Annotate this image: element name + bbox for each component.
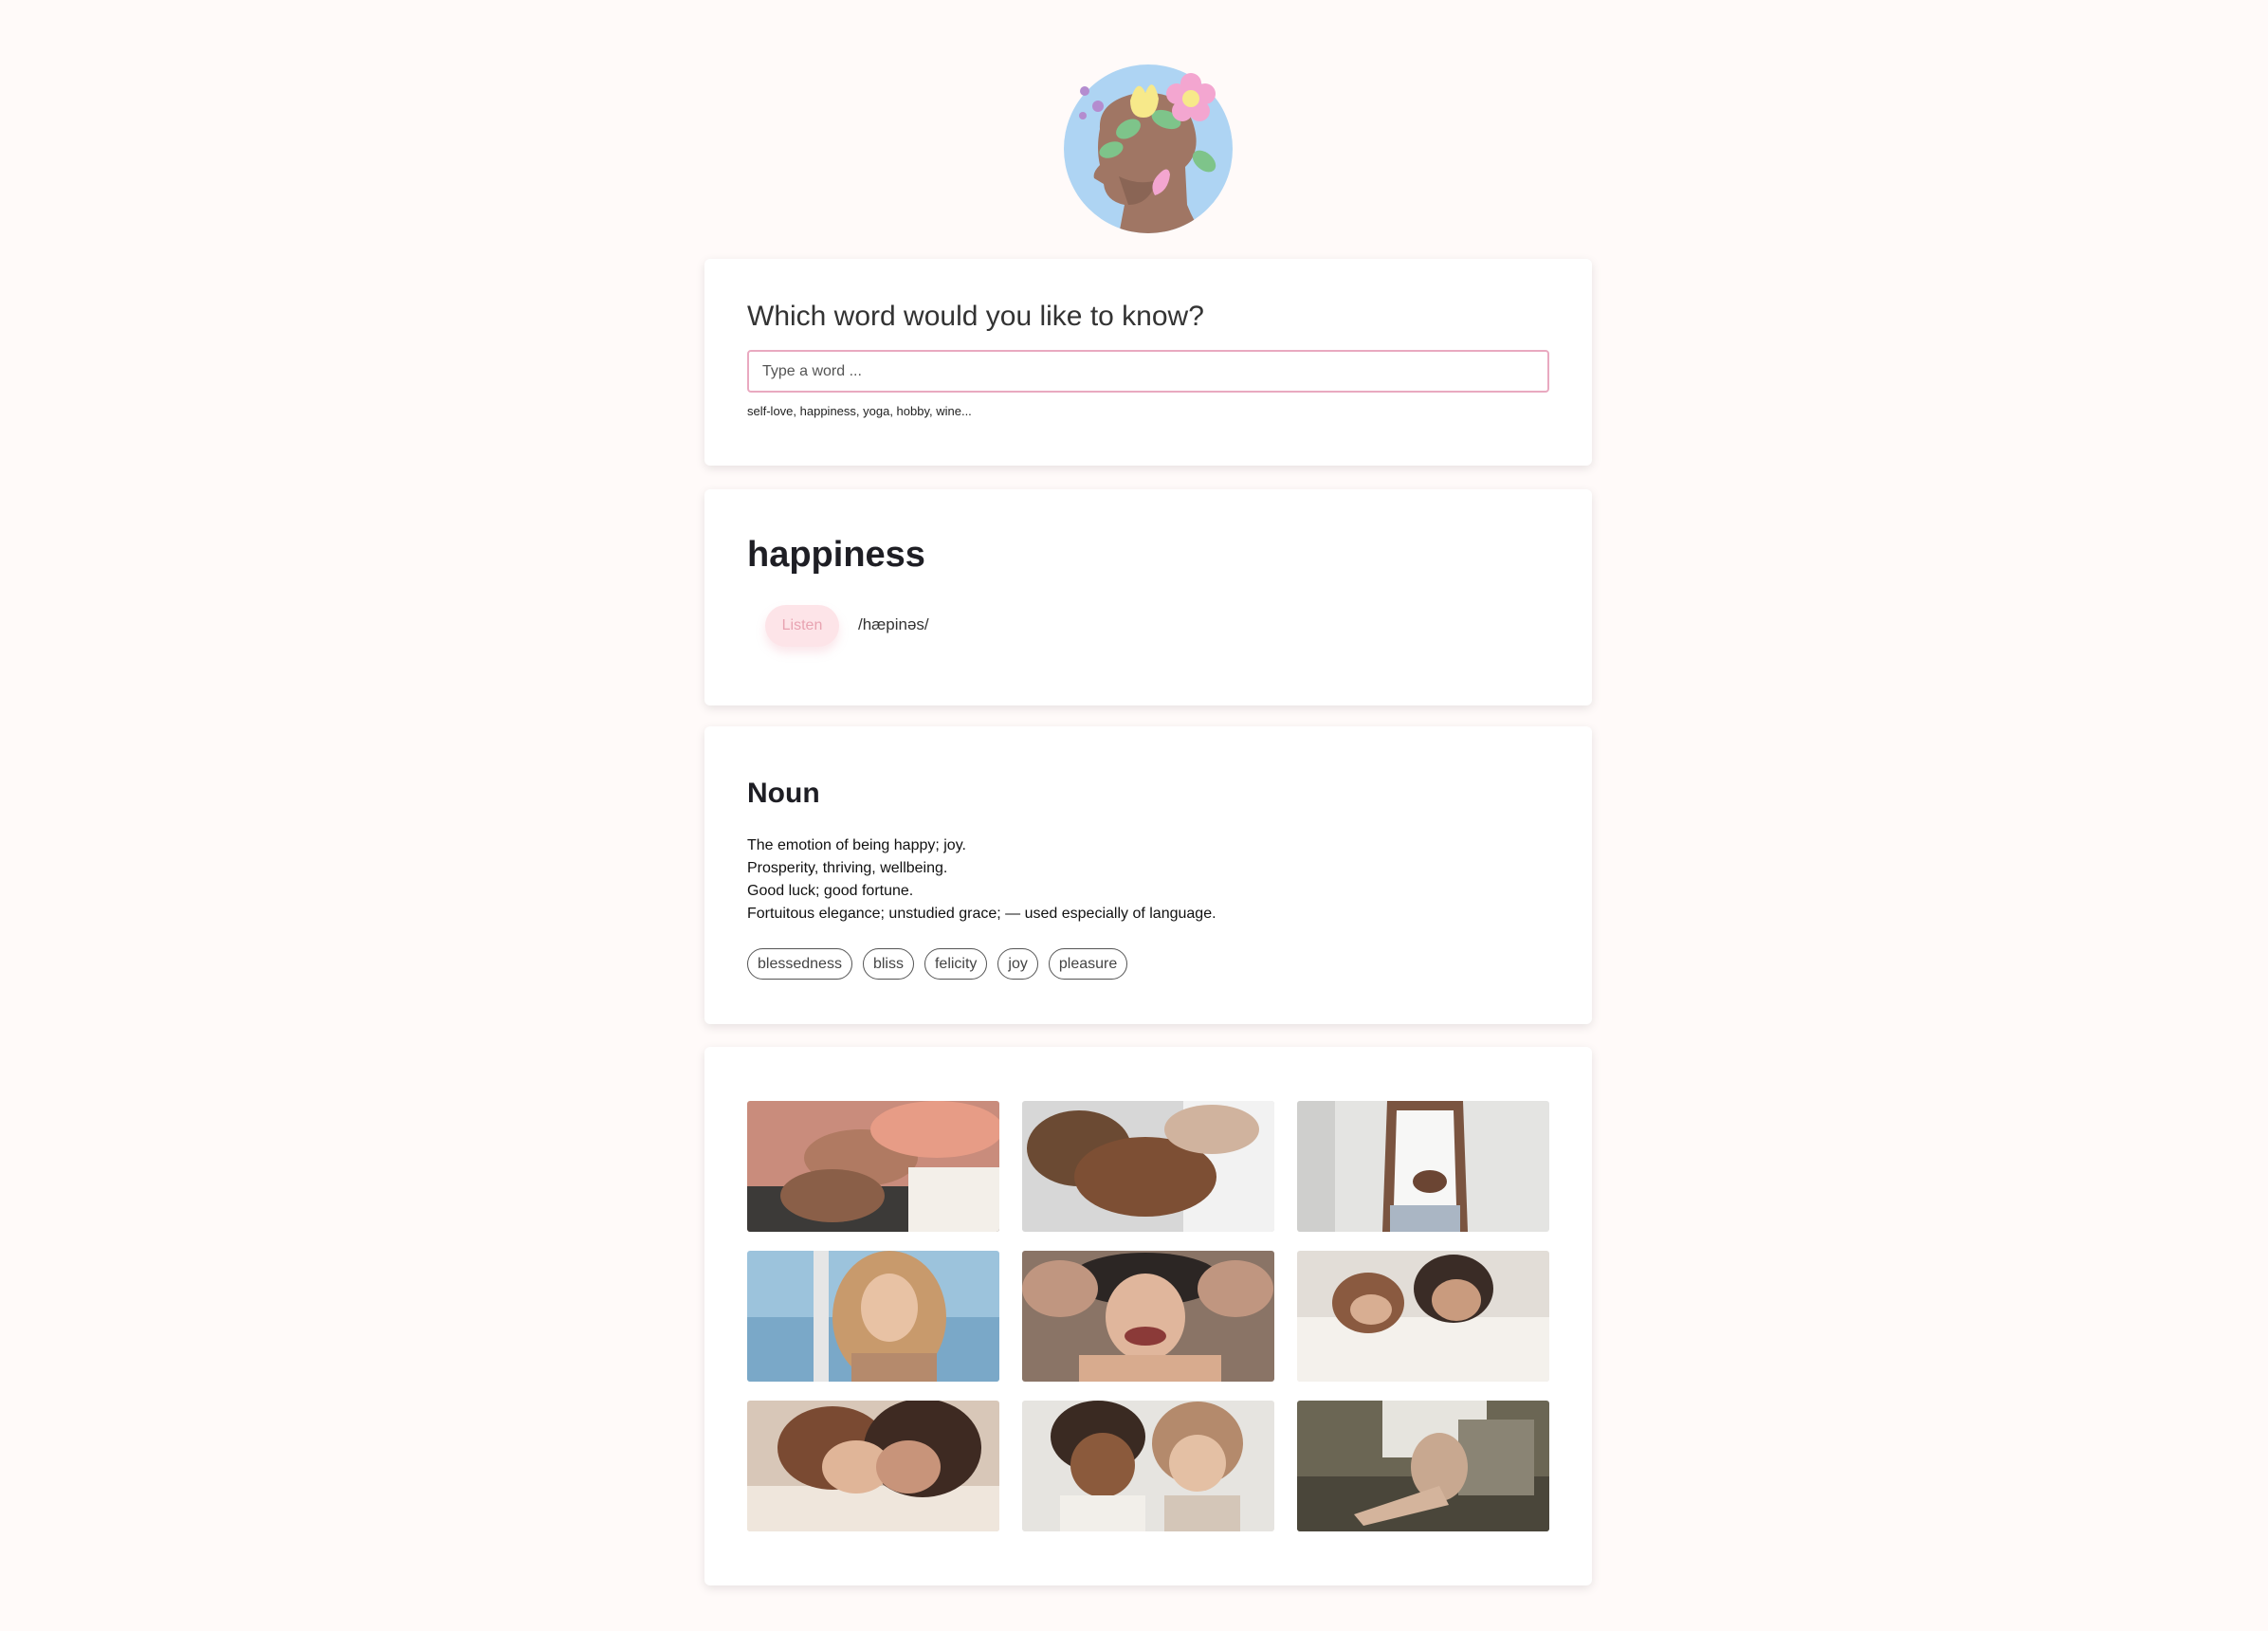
photo-thumbnail[interactable] [1022, 1251, 1274, 1382]
search-input[interactable] [747, 350, 1549, 393]
photo-thumbnail[interactable] [1022, 1401, 1274, 1531]
search-hint: self-love, happiness, yoga, hobby, wine.… [747, 404, 972, 418]
part-of-speech-title: Noun [747, 778, 820, 809]
definition-item: Prosperity, thriving, wellbeing. [747, 860, 948, 876]
synonym-chip[interactable]: bliss [862, 948, 914, 980]
phonetic-text: /hæpinəs/ [858, 615, 929, 633]
word-card: happiness Listen /hæpinəs/ [704, 489, 1592, 706]
listen-button[interactable]: Listen [765, 605, 839, 647]
definition-item: Good luck; good fortune. [747, 883, 914, 899]
head-with-flowers-icon [1064, 64, 1233, 233]
photo-grid [747, 1101, 1549, 1531]
photo-thumbnail[interactable] [1022, 1101, 1274, 1232]
synonyms-list: blessedness bliss felicity joy pleasure [747, 948, 1128, 980]
search-card: Which word would you like to know? self-… [704, 259, 1592, 466]
word-title: happiness [747, 535, 925, 575]
synonym-chip[interactable]: joy [997, 948, 1038, 980]
definition-item: Fortuitous elegance; unstudied grace; — … [747, 906, 1216, 922]
search-title: Which word would you like to know? [747, 301, 1204, 332]
meaning-card: Noun The emotion of being happy; joy. Pr… [704, 726, 1592, 1024]
photo-thumbnail[interactable] [1297, 1251, 1549, 1382]
photo-thumbnail[interactable] [747, 1101, 999, 1232]
definition-item: The emotion of being happy; joy. [747, 837, 966, 853]
photo-thumbnail[interactable] [1297, 1101, 1549, 1232]
photo-thumbnail[interactable] [747, 1401, 999, 1531]
photo-thumbnail[interactable] [747, 1251, 999, 1382]
photo-thumbnail[interactable] [1297, 1401, 1549, 1531]
images-card [704, 1047, 1592, 1585]
synonym-chip[interactable]: blessedness [747, 948, 852, 980]
page: Which word would you like to know? self-… [0, 0, 2268, 1631]
definitions-list: The emotion of being happy; joy. Prosper… [747, 834, 1216, 925]
synonym-chip[interactable]: pleasure [1048, 948, 1128, 980]
synonym-chip[interactable]: felicity [924, 948, 988, 980]
